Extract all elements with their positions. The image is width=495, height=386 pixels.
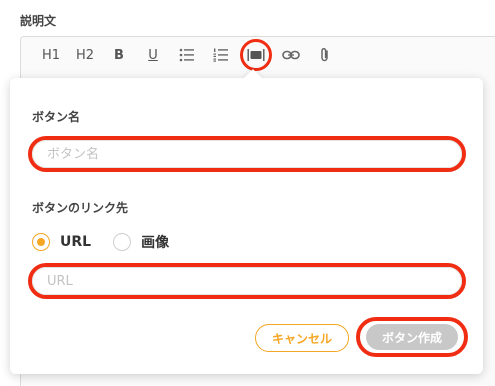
link-button[interactable]	[280, 42, 302, 68]
button-link-label: ボタンのリンク先	[32, 201, 129, 215]
page: 説明文 H1 H2 B U ボタン名 ボタン名 ボタンのリンク先 URL 画像 …	[0, 0, 495, 386]
link-type-radio-group: URL 画像	[32, 232, 191, 252]
editor-toolbar: H1 H2 B U	[40, 39, 348, 71]
attachment-button[interactable]	[314, 42, 336, 68]
numbered-list-button[interactable]	[210, 42, 232, 68]
cancel-button[interactable]: キャンセル	[255, 324, 349, 352]
button-name-label: ボタン名	[32, 110, 81, 124]
radio-image[interactable]: 画像	[113, 232, 169, 252]
numbered-list-icon	[213, 48, 228, 62]
underline-button[interactable]: U	[142, 42, 164, 68]
button-name-input[interactable]	[32, 140, 462, 168]
button-name-field-wrapper	[28, 136, 466, 172]
heading1-button[interactable]: H1	[40, 42, 62, 68]
radio-url[interactable]: URL	[32, 233, 91, 251]
create-button[interactable]: ボタン作成	[366, 324, 458, 350]
bullet-list-button[interactable]	[176, 42, 198, 68]
bold-button[interactable]: B	[108, 42, 130, 68]
insert-button-button[interactable]	[240, 39, 272, 71]
url-input[interactable]	[32, 267, 462, 295]
create-button-wrapper: ボタン作成	[356, 317, 468, 357]
radio-image-indicator[interactable]	[113, 233, 132, 251]
button-insert-icon	[247, 49, 265, 61]
radio-url-label: URL	[60, 234, 92, 250]
url-field-wrapper	[28, 263, 466, 299]
link-icon	[282, 50, 300, 60]
attachment-icon	[321, 47, 328, 62]
bullet-list-icon	[179, 48, 194, 62]
radio-image-label: 画像	[141, 235, 170, 251]
description-label: 説明文	[20, 14, 57, 28]
radio-url-indicator[interactable]	[32, 233, 50, 251]
heading2-button[interactable]: H2	[74, 42, 96, 68]
